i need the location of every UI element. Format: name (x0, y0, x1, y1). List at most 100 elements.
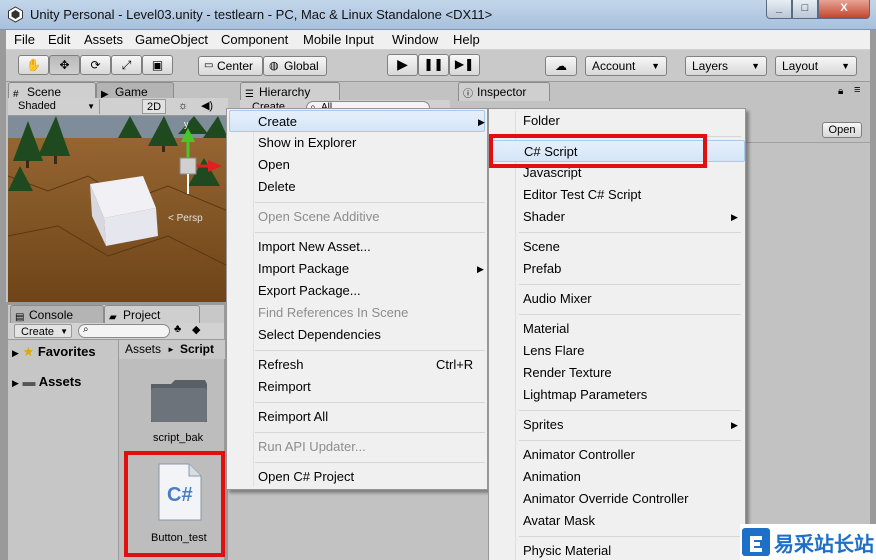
menu-item-animator-override-controller[interactable]: Animator Override Controller (489, 488, 745, 510)
menu-separator (255, 350, 485, 351)
menu-file[interactable]: File (14, 32, 35, 47)
breadcrumb-assets[interactable]: Assets (125, 340, 161, 359)
menu-item-material[interactable]: Material (489, 318, 745, 340)
menu-item-refresh[interactable]: Refresh Ctrl+R (227, 354, 487, 376)
menu-item-find-references[interactable]: Find References In Scene (227, 302, 487, 324)
tab-console[interactable]: ▤ Console (10, 305, 104, 324)
tree-favorites[interactable]: ▶ ★ Favorites (12, 344, 96, 360)
menu-item-reimport-all[interactable]: Reimport All (227, 406, 487, 428)
menu-item-create[interactable]: Create ▶ (229, 110, 485, 132)
move-tool-button[interactable]: ✥ (49, 55, 80, 75)
layers-dropdown[interactable]: Layers ▼ (685, 56, 767, 76)
menu-help[interactable]: Help (453, 32, 480, 47)
menu-item-open[interactable]: Open (227, 154, 487, 176)
project-search-input[interactable]: ⌕ (78, 324, 170, 338)
menu-item-open-scene-additive[interactable]: Open Scene Additive (227, 206, 487, 228)
audio-toggle[interactable]: ◀) (198, 99, 216, 114)
center-icon: ▭ (204, 60, 214, 71)
menu-window[interactable]: Window (392, 32, 438, 47)
step-button[interactable]: ▶❚ (449, 54, 480, 76)
2d-toggle[interactable]: 2D (142, 99, 166, 114)
menu-item-import-new-asset[interactable]: Import New Asset... (227, 236, 487, 258)
watermark-brand: 易采站长站 (774, 534, 874, 556)
tab-inspector[interactable]: ⓘ Inspector (458, 82, 550, 101)
title-bar: Unity Personal - Level03.unity - testlea… (0, 0, 876, 30)
move-icon: ✥ (59, 58, 70, 72)
speaker-icon: ◀) (200, 100, 214, 112)
expand-arrow-icon: ▶ (12, 348, 19, 358)
menu-separator (255, 402, 485, 403)
menu-item-animation[interactable]: Animation (489, 466, 745, 488)
menu-item-shader[interactable]: Shader ▶ (489, 206, 745, 228)
menu-edit[interactable]: Edit (48, 32, 70, 47)
rotate-tool-button[interactable]: ⟳ (80, 55, 111, 75)
menu-item-reimport[interactable]: Reimport (227, 376, 487, 398)
menu-item-audio-mixer[interactable]: Audio Mixer (489, 288, 745, 310)
menu-item-delete[interactable]: Delete (227, 176, 487, 198)
filter-type-icon[interactable]: ♣ (174, 323, 181, 335)
close-button[interactable]: X (818, 0, 870, 19)
shading-dropdown[interactable]: Shaded ▼ (10, 99, 100, 114)
lighting-toggle[interactable]: ☼ (174, 99, 192, 114)
scene-viewport[interactable]: y < Persp (8, 116, 228, 302)
menu-item-lightmap-parameters[interactable]: Lightmap Parameters (489, 384, 745, 406)
layout-dropdown[interactable]: Layout ▼ (775, 56, 857, 76)
panel-menu-icon[interactable]: ≡ (854, 84, 860, 96)
menu-item-select-dependencies[interactable]: Select Dependencies (227, 324, 487, 346)
open-button[interactable]: Open (822, 122, 862, 138)
menu-item-avatar-mask[interactable]: Avatar Mask (489, 510, 745, 532)
hand-tool-button[interactable]: ✋ (18, 55, 49, 75)
project-create-dropdown[interactable]: Create ▼ (14, 324, 72, 338)
minimize-button[interactable]: _ (766, 0, 792, 19)
menu-item-open-csharp-project[interactable]: Open C# Project (227, 466, 487, 488)
menu-separator (255, 232, 485, 233)
menu-separator (519, 314, 741, 315)
create-submenu: Folder C# Script Javascript Editor Test … (488, 108, 746, 560)
pause-button[interactable]: ❚❚ (418, 54, 449, 76)
menu-item-sprites[interactable]: Sprites ▶ (489, 414, 745, 436)
menu-gameobject[interactable]: GameObject (135, 32, 208, 47)
window-title: Unity Personal - Level03.unity - testlea… (30, 7, 493, 22)
menu-item-prefab[interactable]: Prefab (489, 258, 745, 280)
menu-item-show-in-explorer[interactable]: Show in Explorer (227, 132, 487, 154)
menu-item-run-api-updater[interactable]: Run API Updater... (227, 436, 487, 458)
menu-separator (519, 536, 741, 537)
account-dropdown[interactable]: Account ▼ (585, 56, 667, 76)
rect-tool-button[interactable]: ▣ (142, 55, 173, 75)
menu-item-folder[interactable]: Folder (489, 110, 745, 132)
menu-separator (519, 410, 741, 411)
persp-label[interactable]: < Persp (168, 213, 203, 224)
menu-item-import-package[interactable]: Import Package ▶ (227, 258, 487, 280)
menu-component[interactable]: Component (221, 32, 288, 47)
tree-assets[interactable]: ▶ ▬ Assets (12, 374, 81, 390)
dropdown-arrow-icon: ▼ (60, 327, 68, 336)
tab-project[interactable]: ▰ Project (104, 305, 200, 324)
menu-assets[interactable]: Assets (84, 32, 123, 47)
lock-icon[interactable]: 🔒︎ (838, 86, 843, 97)
menu-mobile-input[interactable]: Mobile Input (303, 32, 374, 47)
play-icon: ▶ (397, 56, 408, 72)
star-icon: ★ (22, 344, 35, 359)
play-button[interactable]: ▶ (387, 54, 418, 76)
menu-item-physic-material[interactable]: Physic Material (489, 540, 745, 560)
menu-item-animator-controller[interactable]: Animator Controller (489, 444, 745, 466)
menu-item-export-package[interactable]: Export Package... (227, 280, 487, 302)
tab-hierarchy[interactable]: ☰ Hierarchy (240, 82, 340, 101)
menu-item-scene[interactable]: Scene (489, 236, 745, 258)
dropdown-arrow-icon: ▼ (651, 61, 660, 71)
menu-separator (255, 202, 485, 203)
file-item-script-bak[interactable]: script_bak (141, 376, 211, 450)
context-menu: Create ▶ Show in Explorer Open Delete Ope… (226, 108, 488, 490)
menu-item-render-texture[interactable]: Render Texture (489, 362, 745, 384)
breadcrumb-script[interactable]: Script (180, 340, 214, 359)
menu-item-lens-flare[interactable]: Lens Flare (489, 340, 745, 362)
tag-icon[interactable]: ◆ (192, 323, 200, 336)
pivot-global-button[interactable]: ◍ Global (263, 56, 327, 76)
breadcrumb: Assets ► Script (119, 340, 225, 359)
pivot-center-button[interactable]: ▭ Center (198, 56, 263, 76)
unity-logo-icon (8, 6, 23, 23)
maximize-button[interactable]: □ (792, 0, 818, 19)
cloud-button[interactable]: ☁ (545, 56, 577, 76)
scale-tool-button[interactable]: ⤢ (111, 55, 142, 75)
menu-item-editor-test-script[interactable]: Editor Test C# Script (489, 184, 745, 206)
